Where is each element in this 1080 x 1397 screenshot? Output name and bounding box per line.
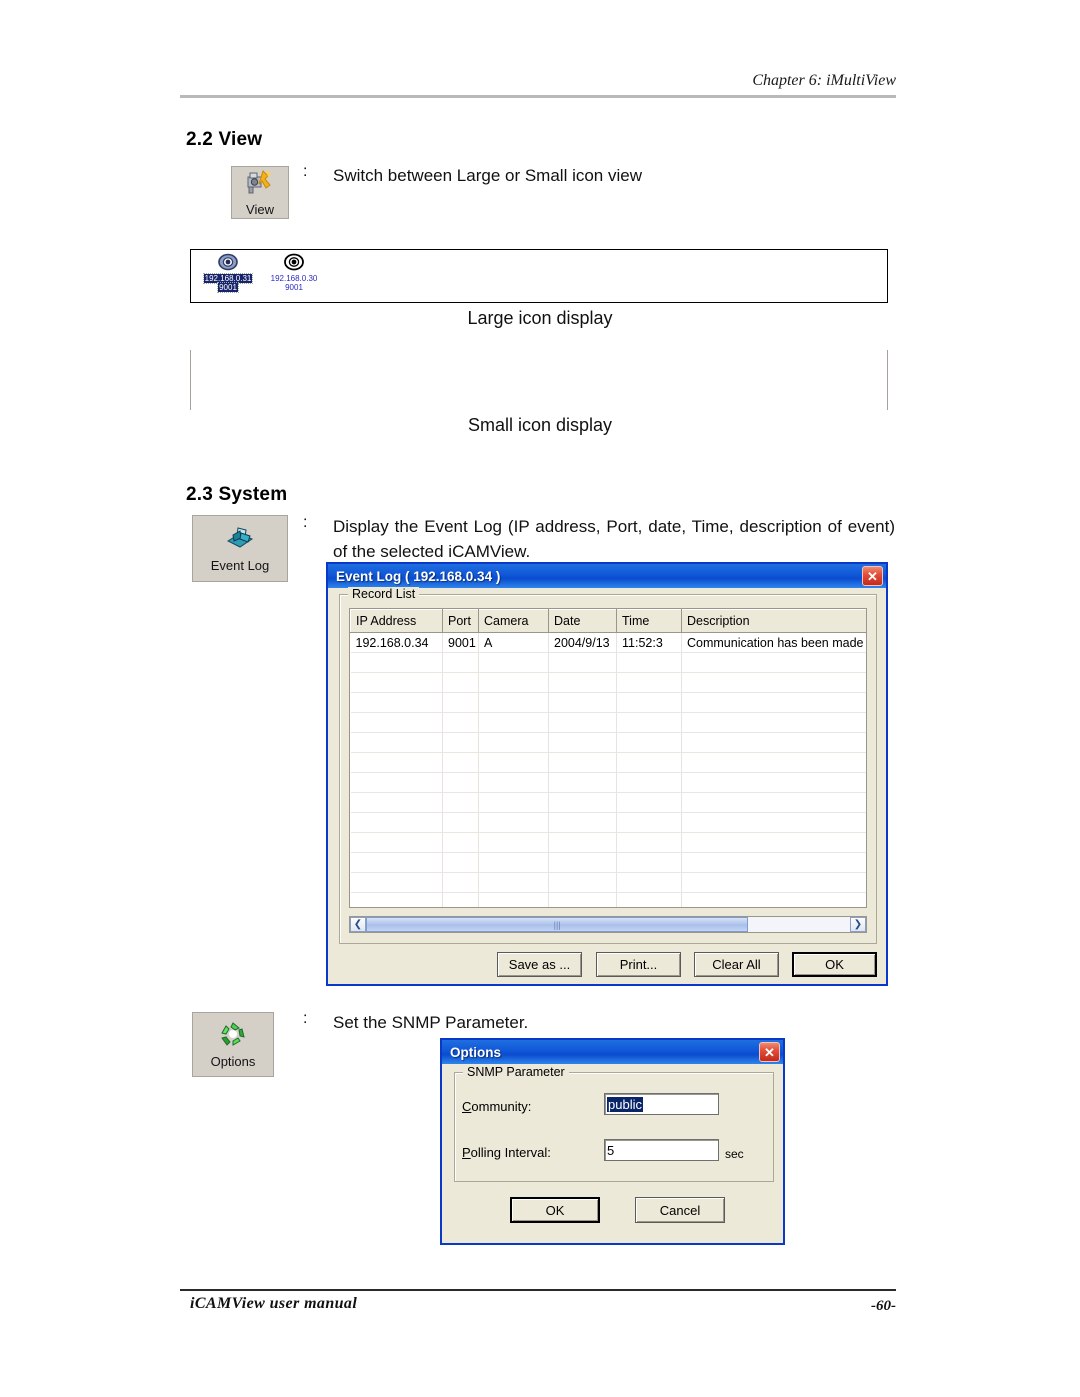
options-icon (218, 1020, 248, 1053)
snmp-parameter-group: SNMP Parameter (454, 1065, 774, 1182)
small-icon-display-panel: Ip Address Port Camera Host Name Startup… (190, 350, 888, 410)
options-colon: : (303, 1010, 308, 1027)
event-log-titlebar: Event Log ( 192.168.0.34 ) ✕ (328, 564, 886, 588)
event-log-dialog: Event Log ( 192.168.0.34 ) ✕ Record List… (326, 562, 888, 986)
options-title-text: Options (450, 1044, 501, 1060)
cell-date: 2004/9/13 (548, 632, 617, 653)
print-button[interactable]: Print... (596, 952, 681, 977)
clear-all-button[interactable]: Clear All (694, 952, 779, 977)
large-icon-display-panel: 192.168.0.31 9001 192.168.0.30 9001 (190, 249, 888, 303)
options-toolbar-button[interactable]: Options (192, 1012, 274, 1077)
view-button-label: View (246, 202, 274, 217)
polling-interval-label: Polling Interval: (462, 1145, 551, 1160)
community-label: CCommunity:ommunity: (462, 1099, 532, 1114)
record-list-group: Record List IP Address Port Camera Date … (339, 587, 877, 944)
cell-ip-address: 192.168.0.34 (350, 632, 443, 653)
table-row[interactable]: 192.168.0.34 9001 A 2004/9/13 11:52:3 Co… (350, 632, 866, 653)
view-toolbar-button[interactable]: View (231, 166, 289, 219)
print-label: Print... (619, 957, 658, 972)
options-cancel-label: Cancel (659, 1202, 701, 1218)
polling-interval-input[interactable]: 5 (604, 1139, 719, 1161)
table-row[interactable] (350, 732, 866, 753)
large-icon-port: 9001 (285, 283, 303, 292)
clear-all-label: Clear All (712, 957, 761, 972)
column-header[interactable]: IP Address (350, 609, 443, 633)
view-icon (245, 168, 275, 201)
page-header-chapter: Chapter 6: iMultiView (752, 72, 896, 89)
scrollbar-track[interactable]: ||| (366, 917, 850, 932)
community-value: public (607, 1096, 643, 1112)
column-header[interactable]: Camera (478, 609, 549, 633)
column-header[interactable]: Port (442, 609, 479, 633)
table-row[interactable] (350, 672, 866, 693)
table-row[interactable] (350, 832, 866, 853)
camera-eye-icon (197, 253, 259, 273)
table-row[interactable] (350, 852, 866, 873)
column-header[interactable]: Date (548, 609, 617, 633)
table-row[interactable] (350, 792, 866, 813)
table-row[interactable] (350, 652, 866, 673)
table-row[interactable] (350, 892, 866, 907)
section-heading-view: 2.2 View (186, 129, 263, 150)
scroll-left-icon[interactable]: ❮ (350, 917, 366, 932)
header-divider (180, 95, 896, 98)
event-log-icon (224, 524, 256, 557)
table-row[interactable] (350, 772, 866, 793)
camera-eye-icon (263, 253, 325, 273)
ok-label: OK (825, 957, 844, 972)
table-row[interactable] (350, 752, 866, 773)
record-list-table: IP Address Port Camera Date Time Descrip… (350, 609, 866, 907)
cell-description: Communication has been made (681, 632, 866, 653)
cell-camera: A (478, 632, 549, 653)
large-icon-item[interactable]: 192.168.0.31 9001 (197, 253, 259, 293)
event-log-title-text: Event Log ( 192.168.0.34 ) (336, 568, 501, 584)
large-icon-caption: Large icon display (467, 308, 613, 328)
options-titlebar: Options ✕ (442, 1040, 783, 1064)
view-colon: : (303, 163, 308, 180)
options-description: Set the SNMP Parameter. (333, 1013, 529, 1032)
scrollbar-thumb[interactable]: ||| (366, 917, 749, 932)
record-list-table-container: IP Address Port Camera Date Time Descrip… (349, 608, 867, 908)
section-heading-system: 2.3 System (186, 484, 288, 505)
options-dialog: Options ✕ SNMP Parameter CCommunity:ommu… (440, 1038, 785, 1245)
table-header-row: IP Address Port Camera Date Time Descrip… (350, 609, 866, 633)
event-log-button-label: Event Log (210, 558, 270, 573)
scroll-right-icon[interactable]: ❯ (850, 917, 866, 932)
document-page: Chapter 6: iMultiView 2.2 View View : Sw… (0, 0, 1080, 1397)
large-icon-port: 9001 (217, 282, 239, 293)
options-cancel-button[interactable]: Cancel (635, 1197, 725, 1223)
event-log-toolbar-button[interactable]: Event Log (192, 515, 288, 582)
snmp-parameter-legend: SNMP Parameter (463, 1065, 569, 1079)
table-row[interactable] (350, 692, 866, 713)
community-input[interactable]: public (604, 1093, 719, 1115)
column-header[interactable]: Time (616, 609, 682, 633)
save-as-button[interactable]: Save as ... (497, 952, 582, 977)
large-icon-ip: 192.168.0.30 (270, 274, 318, 283)
column-header[interactable]: Description (681, 609, 866, 633)
horizontal-scrollbar[interactable]: ❮ ||| ❯ (349, 916, 867, 933)
small-icon-caption: Small icon display (467, 415, 613, 435)
polling-interval-value: 5 (607, 1142, 615, 1158)
options-ok-label: OK (545, 1202, 565, 1218)
options-ok-button[interactable]: OK (510, 1197, 600, 1223)
ok-button[interactable]: OK (792, 952, 877, 977)
close-icon[interactable]: ✕ (759, 1042, 780, 1062)
polling-unit-label: sec (725, 1147, 744, 1161)
system-colon: : (303, 514, 308, 531)
save-as-label: Save as ... (508, 957, 571, 972)
footer-divider (180, 1289, 896, 1291)
view-description: Switch between Large or Small icon view (333, 166, 642, 185)
large-icon-ip: 192.168.0.31 (202, 273, 254, 284)
table-row[interactable] (350, 712, 866, 733)
record-list-legend: Record List (348, 587, 420, 601)
system-description: Display the Event Log (IP address, Port,… (333, 517, 895, 561)
footer-page-number: -60- (871, 1298, 896, 1314)
close-icon[interactable]: ✕ (862, 566, 883, 586)
large-icon-item[interactable]: 192.168.0.30 9001 (263, 253, 325, 292)
options-button-label: Options (210, 1054, 256, 1069)
cell-time: 11:52:3 (616, 632, 682, 653)
table-row[interactable] (350, 872, 866, 893)
table-row[interactable] (350, 812, 866, 833)
cell-port: 9001 (442, 632, 479, 653)
